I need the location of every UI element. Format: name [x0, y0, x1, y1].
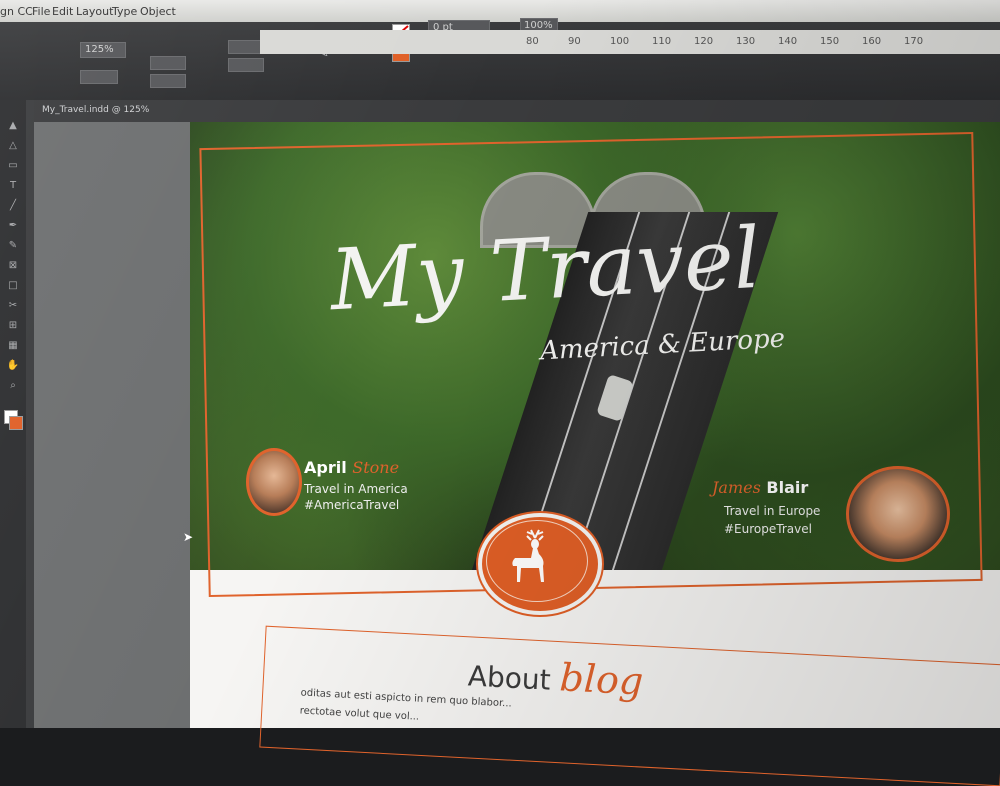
- pen-tool-icon[interactable]: ✒: [6, 220, 20, 232]
- document-tab[interactable]: My_Travel.indd @ 125%: [34, 100, 1000, 122]
- tools-panel: ▲ △ ▭ T ╱ ✒ ✎ ⊠ □ ✂ ⊞ ▦ ✋ ⌕: [0, 100, 26, 728]
- author-line1-april: Travel in America: [304, 482, 408, 496]
- direct-selection-tool-icon[interactable]: △: [6, 140, 20, 152]
- line-tool-icon[interactable]: ╱: [6, 200, 20, 212]
- menu-edit[interactable]: Edit: [52, 5, 73, 18]
- document-title: My_Travel.indd @ 125%: [42, 105, 150, 115]
- page-tool-icon[interactable]: ▭: [6, 160, 20, 172]
- mouse-cursor-icon: ➤: [183, 530, 194, 544]
- author-name-april: April Stone: [304, 458, 399, 477]
- rectangle-tool-icon[interactable]: □: [6, 280, 20, 292]
- menu-object[interactable]: Object: [140, 5, 176, 18]
- hand-tool-icon[interactable]: ✋: [6, 360, 20, 372]
- y-field[interactable]: [150, 74, 186, 88]
- gradient-tool-icon[interactable]: ▦: [6, 340, 20, 352]
- zoom-value: 125%: [85, 44, 114, 55]
- ruler-tick: 140: [778, 36, 798, 47]
- stroke-swatch-icon[interactable]: [9, 416, 23, 430]
- menu-type[interactable]: Type: [112, 5, 137, 18]
- vertical-ruler: [26, 100, 34, 728]
- author-name-james: James Blair: [712, 478, 808, 497]
- author-last-name: Stone: [352, 458, 400, 477]
- x-field[interactable]: [150, 56, 186, 70]
- menu-layout[interactable]: Layout: [76, 5, 113, 18]
- deer-logo: [512, 529, 544, 582]
- zoom-tool-icon[interactable]: ⌕: [6, 380, 20, 392]
- author-last-name: Blair: [766, 478, 809, 497]
- ruler-tick: 130: [736, 36, 756, 47]
- width-field[interactable]: [80, 70, 118, 84]
- avatar-april[interactable]: [246, 448, 302, 516]
- rectangle-frame-tool-icon[interactable]: ⊠: [6, 260, 20, 272]
- ruler-tick: 90: [568, 36, 581, 47]
- type-tool-icon[interactable]: T: [6, 180, 20, 192]
- selection-tool-icon[interactable]: ▲: [6, 120, 20, 132]
- ruler-tick: 160: [862, 36, 882, 47]
- ruler-tick: 120: [694, 36, 714, 47]
- pencil-tool-icon[interactable]: ✎: [6, 240, 20, 252]
- ruler-tick: 100: [610, 36, 630, 47]
- ruler-tick: 110: [652, 36, 672, 47]
- zoom-field[interactable]: 125%: [80, 42, 126, 58]
- control-bar: 125% ✎ ⌖ ✥ 0 pt 100% 80 90 100 110 120 1…: [0, 18, 1000, 100]
- author-line1-james: Travel in Europe: [724, 504, 821, 518]
- ruler-tick: 80: [526, 36, 539, 47]
- about-accent: blog: [558, 655, 645, 704]
- author-line2-april: #AmericaTravel: [304, 498, 400, 512]
- author-first-name: April: [304, 458, 347, 477]
- ruler-tick: 150: [820, 36, 840, 47]
- menu-file[interactable]: File: [32, 5, 50, 18]
- menu-bar: gn CC File Edit Layout Type Object: [0, 0, 1000, 22]
- shear-field[interactable]: [228, 58, 264, 72]
- about-word: About: [467, 659, 552, 697]
- avatar-james[interactable]: [846, 466, 950, 562]
- rotation-field[interactable]: [228, 40, 264, 54]
- horizontal-ruler: 80 90 100 110 120 130 140 150 160 170: [260, 30, 1000, 54]
- scissors-tool-icon[interactable]: ✂: [6, 300, 20, 312]
- transform-tool-icon[interactable]: ⊞: [6, 320, 20, 332]
- ruler-tick: 170: [904, 36, 924, 47]
- author-line2-james: #EuropeTravel: [724, 522, 812, 536]
- author-first-name: James: [712, 478, 761, 497]
- app-name[interactable]: gn CC: [0, 5, 33, 18]
